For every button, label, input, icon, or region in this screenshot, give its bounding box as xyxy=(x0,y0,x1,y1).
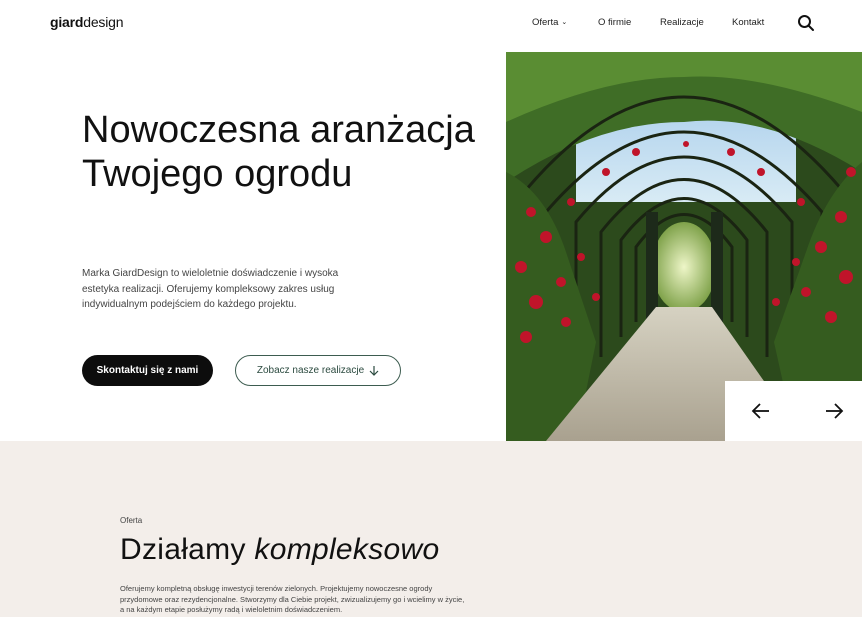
site-header: giarddesign Oferta ⌄ O firmie Realizacje … xyxy=(0,0,862,52)
arrow-left-icon[interactable] xyxy=(750,400,772,422)
offer-section: Oferta Działamy kompleksowo Oferujemy ko… xyxy=(0,441,862,617)
offer-title: Działamy kompleksowo xyxy=(120,533,439,567)
nav-item-oferta[interactable]: Oferta ⌄ xyxy=(532,17,567,28)
hero-title: Nowoczesna aranżacja Twojego ogrodu xyxy=(82,109,475,195)
logo-light: design xyxy=(83,14,124,30)
nav-item-o-firmie[interactable]: O firmie xyxy=(598,17,631,28)
slider-controls xyxy=(725,381,862,441)
hero-description: Marka GiardDesign to wieloletnie doświad… xyxy=(82,268,339,310)
arrow-down-icon xyxy=(369,366,379,376)
offer-label: Oferta xyxy=(120,516,143,525)
logo-bold: giard xyxy=(50,14,84,30)
view-realizations-button[interactable]: Zobacz nasze realizacje xyxy=(235,355,401,386)
arrow-right-icon[interactable] xyxy=(823,400,845,422)
offer-title-italic: kompleksowo xyxy=(254,533,440,566)
view-realizations-label: Zobacz nasze realizacje xyxy=(256,365,365,376)
nav-item-kontakt[interactable]: Kontakt xyxy=(732,17,764,28)
offer-title-regular: Działamy xyxy=(120,533,246,566)
nav-label: Oferta xyxy=(532,17,559,28)
chevron-down-icon: ⌄ xyxy=(561,19,568,26)
nav-item-realizacje[interactable]: Realizacje xyxy=(660,17,704,28)
search-icon[interactable] xyxy=(797,14,815,32)
contact-button[interactable]: Skontaktuj się z nami xyxy=(82,355,213,386)
offer-text: Oferujemy kompletną obsługę inwestycji t… xyxy=(120,584,465,614)
logo[interactable]: giarddesign xyxy=(50,14,123,30)
